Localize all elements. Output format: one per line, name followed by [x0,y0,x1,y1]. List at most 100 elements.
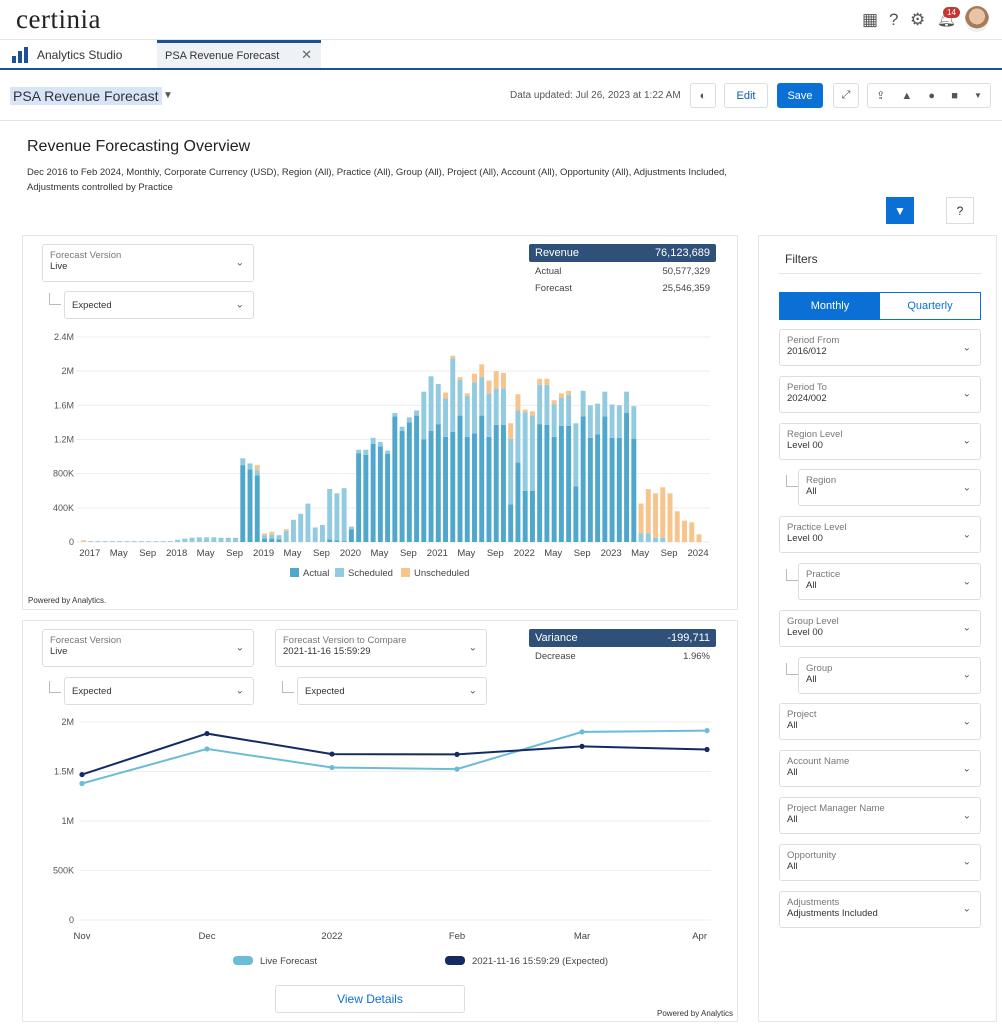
data-point [454,751,460,757]
filter-region[interactable]: Region All ⌄ [798,469,981,507]
child-connector [786,662,798,675]
bar-actual [370,443,376,542]
filter-period-from[interactable]: Period From 2016/012 ⌄ [779,329,981,366]
certinia-logo[interactable]: certinia [16,4,101,35]
bell-icon[interactable]: ▲ [901,90,912,102]
chevron-down-icon[interactable]: ▼ [974,91,982,100]
filter-group-level[interactable]: Group Level Level 00 ⌄ [779,609,981,647]
period-toggle: Monthly Quarterly [779,292,981,320]
chevron-down-icon: ⌄ [962,669,971,681]
gear-icon[interactable]: ⚙ [910,10,925,30]
filter-label: Account Name [787,756,850,768]
app-launcher-icon[interactable]: ▦ [862,10,878,30]
bar-scheduled [450,358,456,432]
forecast-value: 25,546,359 [662,283,710,294]
filter-value: All [806,580,817,591]
comment-icon[interactable]: ● [928,90,935,102]
bar-actual [269,538,275,542]
x-tick-label: Sep [139,548,156,559]
edit-button[interactable]: Edit [724,83,768,108]
bar-scheduled [305,503,311,542]
select-value: Expected [305,686,345,697]
bar-scheduled [414,410,420,416]
variance-kpi: Variance -199,711 Decrease 1.96% [529,629,716,662]
bar-unscheduled [638,503,644,534]
user-avatar[interactable] [965,6,989,32]
theme-button[interactable]: ◐ [690,83,716,108]
view-details-button[interactable]: View Details [275,985,465,1013]
revenue-bar-chart[interactable]: 0 400K 800K 1.2M 1.6M 2M 2.4M 2017 May Sep 2018 May… [22,325,738,590]
chevron-down-icon: ⌄ [962,435,971,447]
bar-scheduled [189,537,195,542]
bar-actual [327,539,333,542]
help-icon[interactable]: ? [889,10,898,30]
bar-actual [428,430,434,542]
filter-value: All [806,486,817,498]
filter-group[interactable]: Group All ⌄ [798,656,981,694]
x-tick-label: Apr [692,931,707,942]
help-button[interactable]: ? [946,197,974,224]
bar-actual [421,439,427,542]
forecast-type-select[interactable]: Expected ⌄ [64,677,254,705]
tab-psa-revenue-forecast[interactable]: PSA Revenue Forecast ✕ [157,40,321,68]
filter-toggle-button[interactable]: ▼ [886,197,914,224]
filter-region-level[interactable]: Region Level Level 00 ⌄ [779,422,981,460]
notification-badge: 14 [943,7,960,18]
filter-label: Group [806,662,833,674]
bar-scheduled [428,376,434,431]
filter-practice-level[interactable]: Practice Level Level 00 ⌄ [779,516,981,554]
bar-actual [363,454,369,542]
bar-unscheduled [493,371,499,389]
filter-project[interactable]: Project All ⌄ [779,703,981,741]
compare-type-select[interactable]: Expected ⌄ [297,677,487,705]
filter-label: Project Manager Name [787,803,885,814]
forecast-version-select[interactable]: Forecast Version Live ⌄ [42,629,254,667]
bar-scheduled [334,493,340,541]
bar-scheduled [298,513,304,542]
variance-line-chart[interactable]: 0 500K 1M 1.5M 2M Nov Dec 2022 Feb Mar Apr Live For… [22,710,738,975]
divider [779,273,981,274]
chevron-down-icon[interactable]: ▼ [163,90,173,101]
monthly-option[interactable]: Monthly [780,293,880,319]
filter-adjustments[interactable]: Adjustments Adjustments Included ⌄ [779,890,981,928]
filter-opportunity[interactable]: Opportunity All ⌄ [779,843,981,881]
filter-value: 2024/002 [787,392,827,404]
select-value: 2021-11-16 15:59:29 [283,646,371,657]
fullscreen-button[interactable]: ⤢ [833,83,859,108]
chevron-down-icon: ⌄ [468,642,477,654]
data-point [579,743,585,749]
bar-scheduled [472,382,477,434]
bar-actual [573,486,579,542]
chevron-down-icon: ⌄ [962,716,971,728]
x-tick-label: May [284,548,302,559]
forecast-version-select[interactable]: Forecast Version Live ⌄ [42,244,254,282]
bar-scheduled [638,533,644,542]
data-point [704,746,710,753]
dashboard-name[interactable]: PSA Revenue Forecast [10,87,162,105]
select-label: Forecast Version [50,250,122,261]
filter-period-to[interactable]: Period To 2024/002 ⌄ [779,375,981,413]
save-button[interactable]: Save [777,83,823,108]
legend-label: Unscheduled [414,568,469,579]
x-tick-label: 2019 [253,548,274,559]
chevron-down-icon: ⌄ [962,342,971,353]
bar-scheduled [501,388,506,425]
bar-actual [595,434,601,542]
tab-analytics-studio[interactable]: Analytics Studio [12,47,122,63]
filter-account-name[interactable]: Account Name All ⌄ [779,750,981,788]
forecast-type-select[interactable]: Expected ⌄ [64,291,254,319]
bar-unscheduled [81,540,86,542]
filter-value: All [787,860,798,872]
close-icon[interactable]: ✕ [301,47,312,63]
filter-practice[interactable]: Practice All ⌄ [798,563,981,600]
bar-unscheduled [254,465,260,471]
quarterly-option[interactable]: Quarterly [880,293,980,319]
compare-version-select[interactable]: Forecast Version to Compare 2021-11-16 15… [275,629,487,667]
bar-scheduled [167,541,173,542]
filter-value: All [787,814,798,825]
bar-scheduled [319,524,325,542]
folder-icon[interactable]: ■ [951,90,958,102]
share-icon[interactable]: ⇪ [876,89,885,102]
filter-value: All [787,720,798,732]
filter-project-manager-name[interactable]: Project Manager Name All ⌄ [779,797,981,834]
